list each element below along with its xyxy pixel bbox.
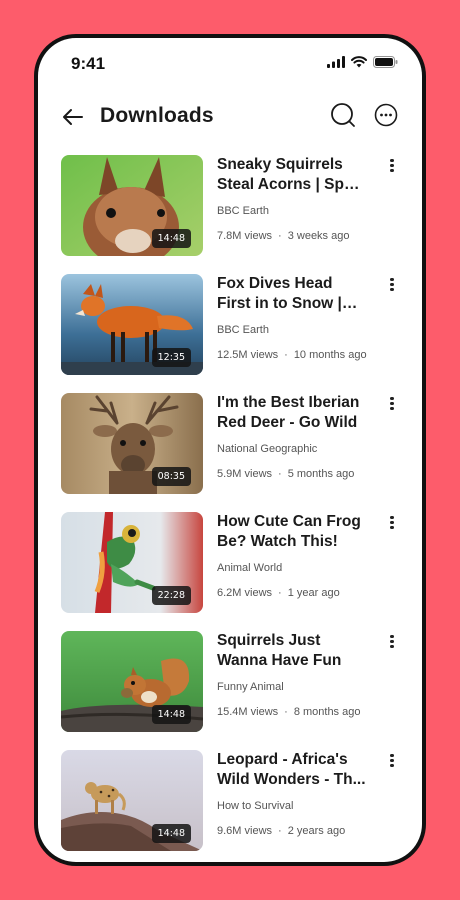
upload-age: 5 months ago xyxy=(287,468,355,480)
more-vertical-icon[interactable] xyxy=(386,633,398,651)
view-count: 9.6M views xyxy=(217,825,273,837)
view-count: 15.4M views xyxy=(217,706,279,718)
view-count: 12.5M views xyxy=(217,349,279,361)
video-thumbnail[interactable]: 14:48 xyxy=(61,155,203,256)
video-info: Fox Dives Head First in to Snow | Planet… xyxy=(217,274,367,361)
more-horizontal-circle-icon[interactable] xyxy=(372,101,400,129)
video-info: Leopard - Africa's Wild Wonders - Th... … xyxy=(217,750,367,837)
view-count: 6.2M views xyxy=(217,587,273,599)
list-item[interactable]: 22:28 How Cute Can Frog Be? Watch This! … xyxy=(38,512,422,616)
channel-name: Animal World xyxy=(217,562,283,574)
video-title[interactable]: Fox Dives Head First in to Snow | Planet… xyxy=(217,274,367,314)
video-thumbnail[interactable]: 14:48 xyxy=(61,631,203,732)
meta-separator: · xyxy=(278,468,282,480)
upload-age: 1 year ago xyxy=(287,587,340,599)
video-duration: 08:35 xyxy=(151,467,191,486)
video-thumbnail[interactable]: 12:35 xyxy=(61,274,203,375)
video-title[interactable]: Sneaky Squirrels Steal Acorns | Spy ... xyxy=(217,155,367,195)
video-duration: 12:35 xyxy=(151,348,191,367)
video-duration: 14:48 xyxy=(151,824,191,843)
phone-screen: 9:41 Downloads 14:48 Sneaky Squirrels St… xyxy=(38,38,422,862)
video-meta: 12.5M views · 10 months ago xyxy=(217,349,367,361)
signal-icon xyxy=(327,56,345,68)
channel-name: Funny Animal xyxy=(217,681,284,693)
channel-name: BBC Earth xyxy=(217,324,269,336)
meta-separator: · xyxy=(284,349,288,361)
status-time: 9:41 xyxy=(71,54,106,73)
upload-age: 3 weeks ago xyxy=(287,230,350,242)
video-info: I'm the Best Iberian Red Deer - Go Wild … xyxy=(217,393,367,480)
video-title[interactable]: Squirrels Just Wanna Have Fun xyxy=(217,631,367,671)
more-vertical-icon[interactable] xyxy=(386,514,398,532)
video-title[interactable]: How Cute Can Frog Be? Watch This! xyxy=(217,512,367,552)
video-info: Sneaky Squirrels Steal Acorns | Spy ... … xyxy=(217,155,367,242)
view-count: 5.9M views xyxy=(217,468,273,480)
battery-icon xyxy=(373,56,398,68)
video-meta: 6.2M views · 1 year ago xyxy=(217,587,367,599)
video-meta: 15.4M views · 8 months ago xyxy=(217,706,367,718)
view-count: 7.8M views xyxy=(217,230,273,242)
video-meta: 5.9M views · 5 months ago xyxy=(217,468,367,480)
video-title[interactable]: I'm the Best Iberian Red Deer - Go Wild xyxy=(217,393,367,433)
video-thumbnail[interactable]: 08:35 xyxy=(61,393,203,494)
channel-name: National Geographic xyxy=(217,443,318,455)
video-meta: 9.6M views · 2 years ago xyxy=(217,825,367,837)
meta-separator: · xyxy=(284,706,288,718)
phone-frame: 9:41 Downloads 14:48 Sneaky Squirrels St… xyxy=(34,34,426,866)
upload-age: 10 months ago xyxy=(293,349,367,361)
meta-separator: · xyxy=(278,825,282,837)
status-icons xyxy=(327,56,398,68)
video-duration: 14:48 xyxy=(151,705,191,724)
upload-age: 8 months ago xyxy=(293,706,361,718)
upload-age: 2 years ago xyxy=(287,825,346,837)
list-item[interactable]: 14:48 Sneaky Squirrels Steal Acorns | Sp… xyxy=(38,155,422,259)
meta-separator: · xyxy=(278,230,282,242)
list-item[interactable]: 12:35 Fox Dives Head First in to Snow | … xyxy=(38,274,422,378)
app-header: Downloads xyxy=(38,96,422,142)
video-meta: 7.8M views · 3 weeks ago xyxy=(217,230,367,242)
video-info: How Cute Can Frog Be? Watch This! Animal… xyxy=(217,512,367,599)
video-duration: 14:48 xyxy=(151,229,191,248)
more-vertical-icon[interactable] xyxy=(386,752,398,770)
video-thumbnail[interactable]: 14:48 xyxy=(61,750,203,851)
more-vertical-icon[interactable] xyxy=(386,276,398,294)
page-title: Downloads xyxy=(100,104,214,127)
list-item[interactable]: 14:48 Squirrels Just Wanna Have Fun Funn… xyxy=(38,631,422,735)
more-vertical-icon[interactable] xyxy=(386,395,398,413)
video-title[interactable]: Leopard - Africa's Wild Wonders - Th... xyxy=(217,750,367,790)
status-bar: 9:41 xyxy=(38,38,422,90)
meta-separator: · xyxy=(278,587,282,599)
video-info: Squirrels Just Wanna Have Fun Funny Anim… xyxy=(217,631,367,718)
search-icon[interactable] xyxy=(329,101,357,129)
wifi-icon xyxy=(351,56,367,68)
channel-name: How to Survival xyxy=(217,800,294,812)
more-vertical-icon[interactable] xyxy=(386,157,398,175)
list-item[interactable]: 14:48 Leopard - Africa's Wild Wonders - … xyxy=(38,750,422,854)
video-thumbnail[interactable]: 22:28 xyxy=(61,512,203,613)
list-item[interactable]: 08:35 I'm the Best Iberian Red Deer - Go… xyxy=(38,393,422,497)
video-duration: 22:28 xyxy=(151,586,191,605)
channel-name: BBC Earth xyxy=(217,205,269,217)
arrow-left-icon[interactable] xyxy=(60,104,86,130)
